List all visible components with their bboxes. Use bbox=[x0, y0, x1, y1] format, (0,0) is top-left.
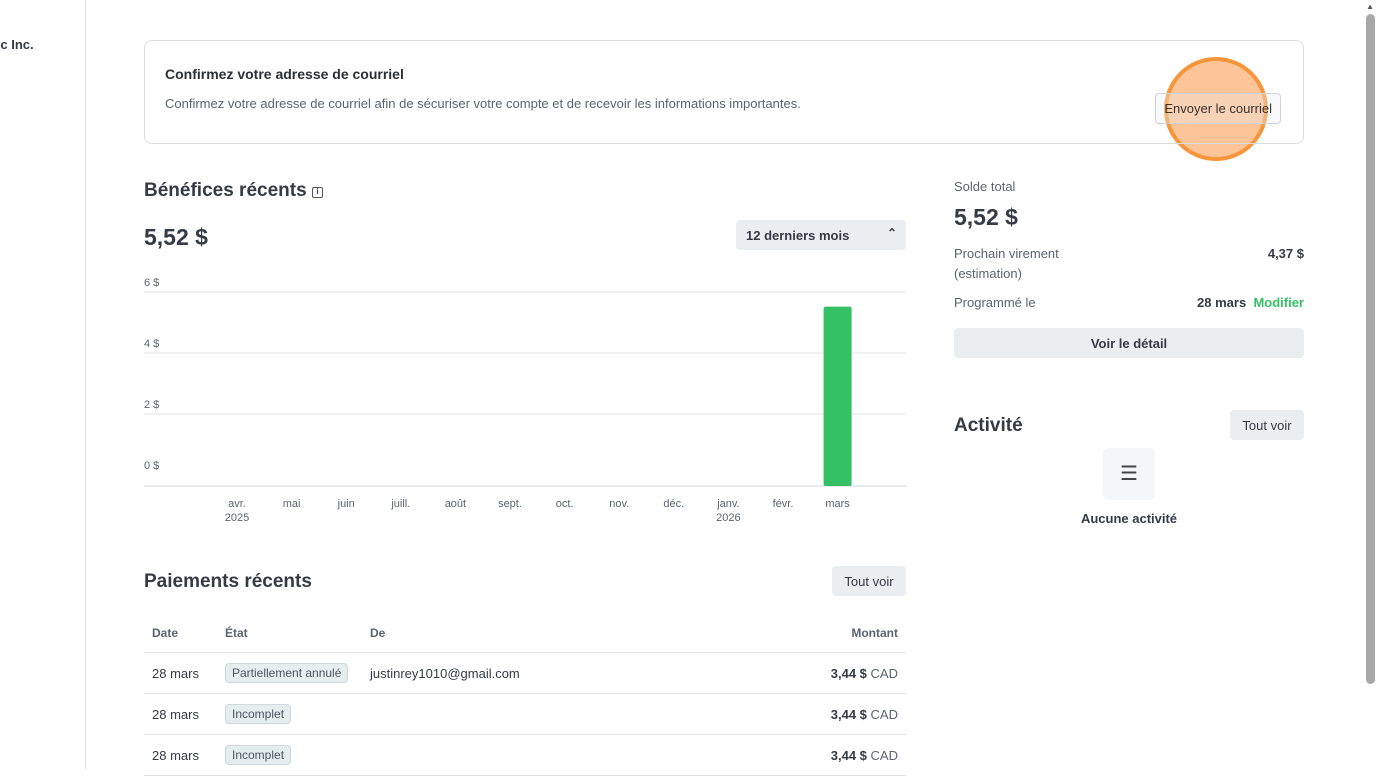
checklist-icon: ☰ bbox=[1103, 448, 1155, 500]
col-amount[interactable]: Montant bbox=[724, 614, 906, 653]
x-tick-label: juill. bbox=[390, 498, 410, 510]
payment-amount: 3,44 $ bbox=[830, 706, 867, 722]
payment-from bbox=[362, 693, 725, 735]
x-tick-label: nov. bbox=[609, 498, 629, 510]
x-tick-label: mars bbox=[825, 498, 850, 510]
status-badge: Incomplet bbox=[225, 704, 292, 724]
earnings-total: 5,52 $ bbox=[144, 224, 208, 250]
status-badge: Partiellement annulé bbox=[225, 663, 349, 683]
y-tick-label: 0 $ bbox=[144, 460, 159, 472]
col-status[interactable]: État bbox=[217, 614, 362, 653]
activity-title: Activité bbox=[954, 415, 1023, 436]
payment-from: justinrey1010@gmail.com bbox=[362, 652, 725, 694]
balance-panel: Solde total 5,52 $ Prochain virement (est… bbox=[954, 179, 1304, 358]
x-tick-label: déc. bbox=[663, 498, 684, 510]
x-tick-label: sept. bbox=[498, 498, 522, 510]
scheduled-date: 28 mars bbox=[1197, 295, 1247, 310]
payment-date: 28 mars bbox=[144, 652, 217, 694]
y-tick-label: 6 $ bbox=[144, 277, 159, 289]
payment-currency: CAD bbox=[870, 747, 898, 763]
modify-link[interactable]: Modifier bbox=[1253, 295, 1304, 310]
col-from[interactable]: De bbox=[362, 614, 725, 653]
payment-from bbox=[362, 734, 725, 776]
payments-table: Date État De Montant 28 mars Partielleme… bbox=[144, 614, 906, 776]
payment-date: 28 mars bbox=[144, 734, 217, 776]
org-name[interactable]: ébec Inc. bbox=[0, 37, 34, 52]
x-tick-label: févr. bbox=[773, 498, 794, 510]
bar bbox=[823, 306, 852, 486]
col-date[interactable]: Date bbox=[144, 614, 217, 653]
payment-currency: CAD bbox=[870, 706, 898, 722]
payment-date: 28 mars bbox=[144, 693, 217, 735]
x-tick-label: juin bbox=[337, 498, 355, 510]
sidebar: ébec Inc. bbox=[0, 0, 86, 769]
y-tick-label: 2 $ bbox=[144, 399, 159, 411]
activity-view-all-button[interactable]: Tout voir bbox=[1230, 410, 1304, 440]
earnings-chart: 0 $ 2 $ 4 $ 6 $ avr. 2025 mai juin juill. août sep… bbox=[144, 277, 906, 524]
x-tick-label: août bbox=[445, 498, 466, 510]
next-payout-label: Prochain virement bbox=[954, 246, 1059, 261]
next-payout-sub: (estimation) bbox=[954, 266, 1022, 281]
view-details-button[interactable]: Voir le détail bbox=[954, 328, 1304, 358]
balance-amount: 5,52 $ bbox=[954, 204, 1018, 230]
table-row[interactable]: 28 mars Incomplet 3,44 $ CAD bbox=[144, 734, 906, 776]
status-badge: Incomplet bbox=[225, 745, 292, 765]
payment-currency: CAD bbox=[870, 665, 898, 681]
table-row[interactable]: 28 mars Partiellement annulé justinrey10… bbox=[144, 652, 906, 694]
earnings-title: Bénéfices récents i bbox=[144, 180, 323, 202]
scheduled-label: Programmé le bbox=[954, 295, 1036, 310]
x-tick-label: avr. 2025 bbox=[225, 498, 249, 524]
payments-view-all-button[interactable]: Tout voir bbox=[832, 566, 906, 596]
period-select[interactable]: 12 derniers mois ⌃ bbox=[736, 220, 906, 250]
x-tick-label: janv. 2026 bbox=[716, 498, 740, 524]
next-payout-amount: 4,37 $ bbox=[1267, 246, 1304, 261]
y-tick-label: 4 $ bbox=[144, 338, 159, 350]
no-activity-text: Aucune activité bbox=[1080, 511, 1178, 526]
table-row[interactable]: 28 mars Incomplet 3,44 $ CAD bbox=[144, 693, 906, 735]
x-tick-label: mai bbox=[283, 498, 301, 510]
info-icon[interactable]: i bbox=[311, 187, 323, 198]
scroll-up-icon[interactable]: ▲ bbox=[1366, 2, 1374, 11]
email-confirm-banner: Confirmez votre adresse de courriel Conf… bbox=[144, 40, 1304, 144]
balance-label: Solde total bbox=[954, 179, 1016, 194]
banner-text: Confirmez votre adresse de courriel afin… bbox=[165, 96, 801, 111]
payment-amount: 3,44 $ bbox=[830, 747, 867, 763]
payment-amount: 3,44 $ bbox=[830, 665, 867, 681]
chevron-updown-icon: ⌃ bbox=[886, 226, 897, 240]
banner-title: Confirmez votre adresse de courriel bbox=[165, 66, 404, 82]
send-email-button[interactable]: Envoyer le courriel bbox=[1155, 93, 1281, 124]
x-tick-label: oct. bbox=[556, 498, 574, 510]
payments-title: Paiements récents bbox=[144, 571, 312, 592]
scrollbar[interactable] bbox=[1366, 14, 1375, 684]
